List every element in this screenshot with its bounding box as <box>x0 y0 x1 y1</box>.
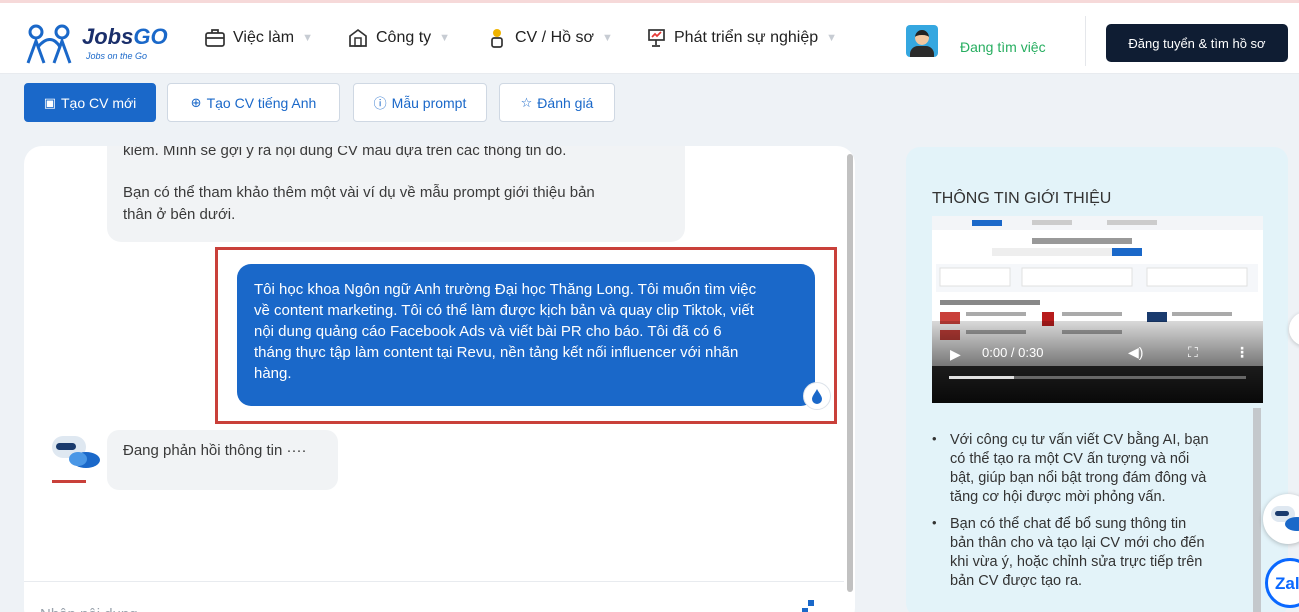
video-progress-fill <box>949 376 1015 379</box>
user-message-line: về content marketing. Tôi có thể làm đượ… <box>254 302 754 319</box>
bot-typing-message: Đang phản hồi thông tin ···· <box>107 430 338 490</box>
typing-text: Đang phản hồi thông tin ···· <box>123 442 307 459</box>
water-drop-icon[interactable] <box>803 382 831 410</box>
chevron-down-icon: ▼ <box>826 32 838 44</box>
user-message-line: Tôi học khoa Ngôn ngữ Anh trường Đại học… <box>254 281 757 298</box>
intro-bullet: Bạn có thể chat để bổ sung thông tin bản… <box>930 515 1242 591</box>
bot-message-line: Bạn có thể tham khảo thêm một vài ví dụ … <box>123 184 595 201</box>
chat-scrollbar-thumb[interactable] <box>847 154 853 592</box>
globe-icon: ⊕ <box>190 94 202 110</box>
nav-label: Phát triển sự nghiệp <box>674 29 819 46</box>
post-job-button[interactable]: Đăng tuyển & tìm hồ sơ <box>1106 24 1288 62</box>
prompt-sample-button[interactable]: ⓘ Mẫu prompt <box>353 83 487 122</box>
side-toggle-button[interactable] <box>1289 312 1299 346</box>
intro-title: THÔNG TIN GIỚI THIỆU <box>932 190 1112 207</box>
user-message-line: tháng thực tập làm content tại Revu, nền… <box>254 344 739 361</box>
intro-video[interactable]: ▶ 0:00 / 0:30 ◀) ⛶ ⋮ <box>932 216 1263 403</box>
intro-scrollbar[interactable] <box>1253 408 1261 612</box>
user-message-line: nội dung quảng cáo Facebook Ads và viết … <box>254 323 722 340</box>
message-input[interactable] <box>40 602 780 612</box>
bot-message-line: thân ở bên dưới. <box>123 206 236 223</box>
nav-phat-trien-su-nghiep[interactable]: Phát triển sự nghiệp ▼ <box>646 25 837 51</box>
play-icon[interactable]: ▶ <box>950 346 961 363</box>
english-cv-button[interactable]: ⊕ Tạo CV tiếng Anh <box>167 83 340 122</box>
nav-cv-ho-so[interactable]: CV / Hồ sơ ▼ <box>487 25 613 51</box>
logo-people-icon <box>26 24 72 64</box>
message-input-area <box>24 581 844 612</box>
brand-tagline: Jobs on the Go <box>86 51 148 61</box>
job-search-status[interactable]: Đang tìm việc <box>960 39 1046 55</box>
new-cv-button[interactable]: ▣ Tạo CV mới <box>24 83 156 122</box>
bot-message-line: kiếm. Mình sẽ gợi ý rà nội dung CV mẫu d… <box>123 146 567 159</box>
video-progress-bar[interactable] <box>949 376 1246 379</box>
jobsgo-logo[interactable]: JobsGO Jobs on the Go <box>24 23 174 65</box>
bot-avatar-icon <box>52 436 100 483</box>
nav-label: Công ty <box>376 29 432 46</box>
chatbot-launcher-button[interactable] <box>1263 494 1299 544</box>
top-navbar: JobsGO Jobs on the Go Việc làm ▼ Công ty ▼… <box>0 0 1299 74</box>
chat-panel: kiếm. Mình sẽ gợi ý rà nội dung CV mẫu d… <box>24 146 855 612</box>
bot-message: kiếm. Mình sẽ gợi ý rà nội dung CV mẫu d… <box>107 146 685 242</box>
nav-viec-lam[interactable]: Việc làm ▼ <box>205 25 313 51</box>
user-message: Tôi học khoa Ngôn ngữ Anh trường Đại học… <box>237 264 815 406</box>
nav-cong-ty[interactable]: Công ty ▼ <box>348 25 450 51</box>
career-icon <box>648 29 665 47</box>
rate-button[interactable]: ☆ Đánh giá <box>499 83 615 122</box>
nav-label: CV / Hồ sơ <box>515 29 594 46</box>
info-icon: ⓘ <box>373 96 387 111</box>
user-avatar[interactable] <box>906 25 938 57</box>
intro-panel: THÔNG TIN GIỚI THIỆU ▶ 0:00 / 0:30 ◀) ⛶ … <box>906 147 1288 612</box>
video-time: 0:00 / 0:30 <box>982 345 1044 360</box>
chevron-down-icon: ▼ <box>439 32 451 44</box>
brand-name: JobsGO <box>82 24 168 49</box>
fullscreen-icon[interactable]: ⛶ <box>1188 344 1198 361</box>
intro-bullet: Với công cụ tư vấn viết CV bằng AI, bạn … <box>930 431 1242 507</box>
briefcase-icon <box>205 29 225 47</box>
user-message-line: hàng. <box>254 365 292 382</box>
nav-label: Việc làm <box>233 29 295 46</box>
bot-icon <box>1271 506 1299 531</box>
star-icon: ☆ <box>520 94 533 110</box>
chat-icon: ▣ <box>43 94 56 110</box>
intro-bullet-list: Với công cụ tư vấn viết CV bằng AI, bạn … <box>930 431 1242 599</box>
volume-icon[interactable]: ◀) <box>1128 344 1143 361</box>
send-icon[interactable] <box>800 600 818 612</box>
divider <box>1085 16 1086 66</box>
person-cv-icon <box>491 29 503 48</box>
building-icon <box>349 28 367 47</box>
chevron-down-icon: ▼ <box>302 32 313 44</box>
chevron-down-icon: ▼ <box>601 32 613 44</box>
more-options-icon[interactable]: ⋮ <box>1235 344 1249 361</box>
